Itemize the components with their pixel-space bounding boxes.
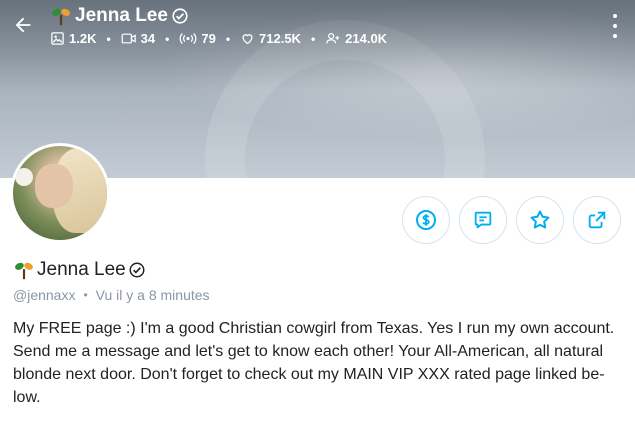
stat-separator: •: [106, 31, 111, 46]
stat-streams-value: 79: [201, 31, 216, 46]
stat-videos-value: 34: [140, 31, 156, 46]
favorite-button[interactable]: [516, 196, 564, 244]
stat-fans: 214.0K: [325, 31, 387, 46]
bio-line: Send me a message and let's get to know …: [13, 343, 604, 360]
header-name: Jenna Lee: [75, 5, 168, 26]
back-button[interactable]: [10, 12, 36, 38]
stat-photos: 1.2K: [50, 31, 96, 46]
sprout-icon: [52, 8, 70, 26]
stats-row: 1.2K • 34 • 79 • 712.5K • 214.0K: [50, 31, 387, 46]
stat-videos: 34: [121, 31, 155, 46]
star-icon: [530, 210, 550, 229]
stat-separator: •: [310, 31, 316, 46]
stat-fans-value: 214.0K: [345, 31, 388, 46]
live-icon: [179, 33, 197, 44]
more-options-button[interactable]: [609, 14, 621, 38]
stat-likes: 712.5K: [240, 31, 301, 46]
arrow-left-icon: [15, 17, 31, 33]
stat-streams: 79: [179, 31, 216, 46]
stat-likes-value: 712.5K: [259, 31, 301, 46]
header-info: Jenna Lee 1.2K • 34 • 79 • 712.5K • 214.…: [50, 5, 387, 46]
profile-bio: My FREE page :) I'm a good Christian cow…: [13, 317, 625, 409]
image-icon: [51, 32, 64, 45]
heart-icon: [242, 34, 253, 45]
bio-line: blonde next door. Don't forget to check …: [13, 366, 605, 383]
profile-name: Jenna Lee: [37, 259, 126, 280]
message-icon: [474, 211, 492, 229]
verified-icon: [129, 262, 145, 278]
last-seen: Vu il y a 8 minutes: [95, 287, 210, 303]
message-button[interactable]: [459, 196, 507, 244]
dollar-icon: [416, 210, 436, 230]
share-icon: [588, 211, 606, 229]
bio-line: My FREE page :) I'm a good Christian cow…: [13, 320, 615, 337]
bio-line: low.: [13, 389, 41, 406]
tip-button[interactable]: [402, 196, 450, 244]
fans-icon: [326, 32, 340, 44]
stat-separator: •: [225, 31, 231, 46]
avatar-flower: [15, 168, 33, 186]
video-icon: [121, 33, 136, 44]
dot-icon: [613, 24, 617, 28]
profile-name-row: Jenna Lee: [13, 259, 146, 281]
header-name-row: Jenna Lee: [50, 5, 387, 27]
meta-separator: •: [83, 288, 88, 302]
verified-icon: [172, 8, 188, 24]
avatar[interactable]: [10, 143, 110, 243]
stat-separator: •: [165, 31, 170, 46]
dot-icon: [613, 14, 617, 18]
dot-icon: [613, 34, 617, 38]
username[interactable]: @jennaxx: [13, 287, 75, 303]
share-button[interactable]: [573, 196, 621, 244]
profile-actions: [402, 196, 621, 244]
avatar-face: [35, 164, 73, 208]
sprout-icon: [15, 262, 33, 280]
stat-photos-value: 1.2K: [69, 31, 97, 46]
profile-meta: @jennaxx • Vu il y a 8 minutes: [13, 287, 210, 303]
